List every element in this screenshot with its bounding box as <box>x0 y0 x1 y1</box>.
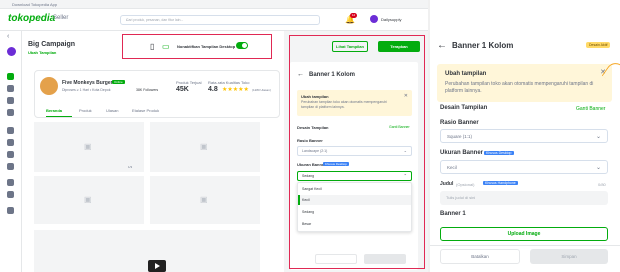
upload-image-button[interactable]: Upload Image <box>440 227 608 241</box>
order-icon[interactable] <box>7 109 14 116</box>
active-design-badge: Desain Aktif <box>586 42 611 48</box>
play-icon[interactable] <box>148 260 166 272</box>
note-title: Ubah tampilan <box>445 71 487 77</box>
search-input[interactable]: Cari produk, pesanan, dan fitur lain... ⌕ <box>120 15 320 25</box>
banner-placeholder[interactable]: ▣ <box>34 176 144 224</box>
decoration-icon[interactable] <box>7 191 14 198</box>
image-icon: ▣ <box>84 195 92 204</box>
search-icon[interactable]: ⌕ <box>126 18 315 22</box>
seller-label: Seller <box>53 15 69 21</box>
notification-badge: 12 <box>350 13 357 18</box>
download-app-bar[interactable]: Download Tokopedia App <box>0 0 428 9</box>
home-icon[interactable] <box>7 73 14 80</box>
banner-placeholder[interactable]: ▣ <box>150 176 260 224</box>
shop-name: Five Monkeys Burger <box>62 80 113 86</box>
save-button[interactable]: Simpan <box>530 249 608 264</box>
mobile-device-icon[interactable]: ▯ <box>150 42 154 51</box>
editor-highlight <box>289 35 425 269</box>
active-tab-indicator <box>46 116 72 117</box>
collapse-icon[interactable]: ‹ <box>7 33 14 40</box>
product-icon[interactable] <box>7 97 14 104</box>
shop-icon[interactable] <box>7 179 14 186</box>
page-subtitle[interactable]: Ubah Tampilan <box>28 50 56 55</box>
settings-icon[interactable] <box>7 207 14 214</box>
image-icon: ▣ <box>200 142 208 151</box>
back-arrow-icon[interactable]: ← <box>437 40 447 51</box>
banner-placeholder[interactable]: ▣ <box>150 122 260 172</box>
ukuran-label: Ukuran Banner <box>440 150 484 156</box>
rasio-label: Rasio Banner <box>440 120 479 126</box>
avatar[interactable] <box>370 15 378 23</box>
tab-produk[interactable]: Produk <box>79 108 92 113</box>
photo-counter: 1/3 <box>128 165 133 169</box>
sold-value: 45K <box>176 86 189 93</box>
tab-ulasan[interactable]: Ulasan <box>106 108 118 113</box>
desktop-only-badge: Khusus Desktop <box>484 151 514 155</box>
stats-icon[interactable] <box>7 139 14 146</box>
desktop-toggle-switch[interactable] <box>236 42 248 49</box>
desktop-device-icon[interactable]: ▭ <box>162 42 170 51</box>
rasio-select[interactable]: Square (1:1) ⌄ <box>440 129 608 143</box>
shop-meta: Diproses ≥ 1 Hari • Kota Depok <box>62 88 111 92</box>
shop-logo <box>40 77 58 95</box>
banner1-label: Banner 1 <box>440 211 466 217</box>
chevron-down-icon: ⌄ <box>595 134 601 140</box>
footer-divider <box>430 245 620 246</box>
sold-label: Produk Terjual <box>176 80 202 85</box>
rating-label: Rata-rata Kualitas Toko <box>208 80 250 85</box>
ukuran-value: Kecil <box>447 165 457 170</box>
rating-stars: ★★★★★ <box>222 87 249 93</box>
shop-avatar-icon[interactable] <box>7 47 16 56</box>
download-app-text: Download Tokopedia App <box>12 2 58 7</box>
judul-placeholder: Tulis judul di sini <box>446 195 476 200</box>
info-note: Ubah tampilan Perubahan tampilan toko aka… <box>437 64 612 102</box>
rasio-value: Square (1:1) <box>447 134 473 139</box>
judul-label: Judul <box>440 181 454 187</box>
image-icon: ▣ <box>84 142 92 151</box>
page-title: Big Campaign <box>28 41 76 48</box>
ukuran-select[interactable]: Kecil ⌄ <box>440 160 608 174</box>
chat-icon[interactable] <box>7 85 14 92</box>
tab-etalase[interactable]: Etalase Produk <box>132 108 159 113</box>
note-text: Perubahan tampilan toko akan otomatis me… <box>445 81 594 94</box>
ads-icon[interactable] <box>7 127 14 134</box>
tokopedia-logo[interactable]: tokopedia <box>8 13 55 24</box>
chevron-down-icon: ⌄ <box>595 165 601 171</box>
desain-label: Desain Tampilan <box>440 105 488 111</box>
cancel-button[interactable]: Batalkan <box>440 249 520 264</box>
shop-followers: 38K Followers <box>136 88 159 92</box>
optional-label: (Opsional) <box>456 182 475 187</box>
desktop-toggle-label: Nonaktifkan Tampilan Desktop <box>177 44 236 49</box>
online-badge: Online <box>112 80 125 84</box>
panel-title: Banner 1 Kolom <box>452 41 514 50</box>
review-count: (1280 Ulasan) <box>252 88 271 92</box>
finance-icon[interactable] <box>7 151 14 158</box>
judul-input[interactable]: Tulis judul di sini <box>440 191 608 205</box>
tab-beranda[interactable]: Beranda <box>46 108 62 113</box>
username[interactable]: Dailysupply <box>381 17 401 22</box>
rating-value: 4.8 <box>208 86 218 93</box>
video-placeholder[interactable] <box>34 230 260 272</box>
mobile-only-badge: Khusus Handphone <box>483 181 518 185</box>
promo-icon[interactable] <box>7 163 14 170</box>
sidebar: ‹ <box>0 31 22 272</box>
image-icon: ▣ <box>200 195 208 204</box>
ganti-banner-link[interactable]: Ganti Banner <box>576 106 605 112</box>
char-counter: 0/80 <box>598 182 606 187</box>
